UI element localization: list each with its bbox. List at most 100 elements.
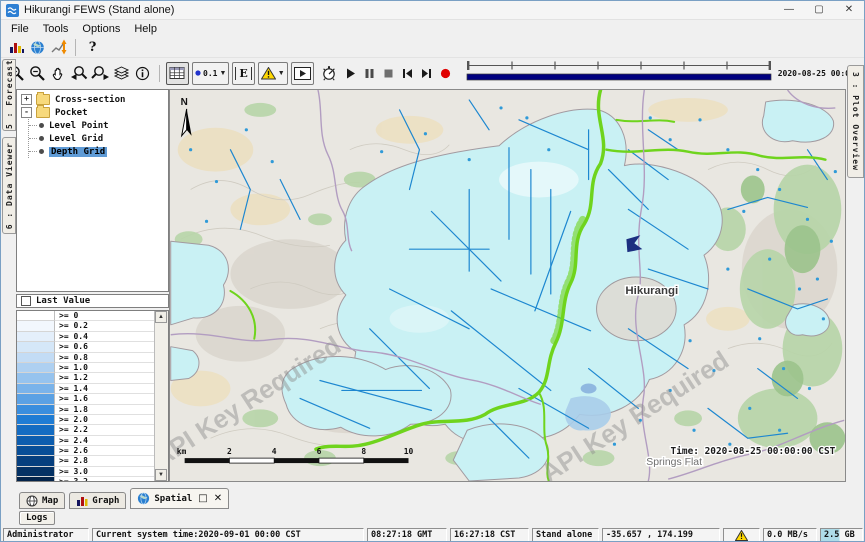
zoom-previous-icon <box>70 65 89 82</box>
stop-icon <box>382 67 395 80</box>
legend-row[interactable]: >= 1.8 <box>17 405 155 415</box>
sidebar-tab-plot-overview[interactable]: 3 : Plot Overview <box>847 65 864 178</box>
tab-map[interactable]: Map <box>19 492 65 509</box>
menu-item[interactable]: Options <box>75 22 127 36</box>
tree-node-label: Cross-section <box>55 95 125 105</box>
legend-scrollbar[interactable]: ▲ ▼ <box>154 311 168 481</box>
warnings-dropdown[interactable]: ▼ <box>258 62 288 85</box>
status-local-time: 16:27:18 CST <box>450 528 529 542</box>
toolbar-separator <box>159 65 160 82</box>
legend-color-swatch <box>17 311 55 321</box>
legend-row[interactable]: >= 1.6 <box>17 394 155 404</box>
legend-row[interactable]: >= 1.2 <box>17 373 155 383</box>
legend-row[interactable]: >= 2.2 <box>17 425 155 435</box>
legend-row-label: >= 2.4 <box>55 436 155 446</box>
chevron-down-icon: ▼ <box>219 70 226 77</box>
sidebar-tab-forecast[interactable]: 5 : Forecast <box>2 59 16 131</box>
status-warning[interactable] <box>723 528 760 542</box>
help-button[interactable]: ? <box>82 36 103 58</box>
legend-row[interactable]: >= 0 <box>17 311 155 321</box>
collapse-icon[interactable]: - <box>21 107 32 118</box>
tab-graph[interactable]: Graph <box>69 492 126 509</box>
tree-node-level-point[interactable]: Level Point <box>29 119 168 132</box>
pan-button[interactable] <box>48 62 69 84</box>
legend-row[interactable]: >= 0.2 <box>17 321 155 331</box>
maximize-button[interactable]: ▢ <box>804 1 834 19</box>
chevron-down-icon: ▼ <box>278 70 285 77</box>
logs-button[interactable]: Logs <box>19 511 55 525</box>
grid-display-button[interactable] <box>166 62 189 85</box>
labels-toggle-button[interactable]: E <box>232 62 254 85</box>
explorer-button[interactable] <box>6 36 27 58</box>
legend-row[interactable]: >= 2.8 <box>17 456 155 466</box>
legend-row-label: >= 0.6 <box>55 342 155 352</box>
legend-row[interactable]: >= 2.0 <box>17 415 155 425</box>
tree-node-level-grid[interactable]: Level Grid <box>29 132 168 145</box>
menu-item[interactable]: Tools <box>36 22 76 36</box>
status-user: Administrator <box>3 528 89 542</box>
legend-color-swatch <box>17 415 55 425</box>
animation-button[interactable] <box>291 62 314 85</box>
minimize-button[interactable]: — <box>774 1 804 19</box>
legend-row[interactable]: >= 2.4 <box>17 436 155 446</box>
legend-row[interactable]: >= 0.8 <box>17 353 155 363</box>
globe-icon <box>30 40 45 55</box>
map-display-button[interactable] <box>27 36 48 58</box>
legend-color-swatch <box>17 456 55 466</box>
legend-row[interactable]: >= 0.6 <box>17 342 155 352</box>
tab-spatial[interactable]: Spatial □ ✕ <box>130 488 229 509</box>
close-button[interactable]: ✕ <box>834 1 864 19</box>
legend-row-label: >= 1.8 <box>55 405 155 415</box>
tab-maximize-icon[interactable]: □ <box>198 493 207 504</box>
legend-header: Last Value <box>16 294 169 308</box>
tree-node-depth-grid[interactable]: Depth Grid <box>29 145 168 158</box>
legend-row-label: >= 3.0 <box>55 467 155 477</box>
stopwatch-icon <box>320 64 338 82</box>
place-label: Springs Flat <box>646 457 702 468</box>
time-slider-track <box>465 59 773 82</box>
timer-button[interactable] <box>317 62 341 84</box>
map-view[interactable]: API Key Required API Key Required Hikura… <box>169 89 846 482</box>
legend-color-swatch <box>17 394 55 404</box>
tree-node-label-selected: Depth Grid <box>49 147 107 157</box>
skip-to-start-button[interactable] <box>398 62 417 84</box>
menu-item[interactable]: Help <box>127 22 164 36</box>
sidebar-tab-plot-overview-label: 3 : Plot Overview <box>851 72 860 171</box>
zoom-out-button[interactable] <box>27 62 48 84</box>
skip-to-end-button[interactable] <box>417 62 436 84</box>
menu-item[interactable]: File <box>4 22 36 36</box>
legend-row[interactable]: >= 2.6 <box>17 446 155 456</box>
layers-button[interactable] <box>111 62 132 84</box>
north-label: N <box>181 97 188 108</box>
sidebar-tab-data-viewer[interactable]: 6 : Data Viewer <box>2 137 16 234</box>
tab-close-icon[interactable]: ✕ <box>214 493 222 504</box>
legend-row[interactable]: >= 0.4 <box>17 332 155 342</box>
status-coordinates: -35.657 , 174.199 <box>602 528 720 542</box>
info-button[interactable] <box>132 62 153 84</box>
last-value-checkbox[interactable] <box>21 296 31 306</box>
globe-icon <box>137 492 150 505</box>
legend-table: >= 0 >= 0.2 >= 0.4 >= 0.6 <box>16 310 169 482</box>
scroll-down-button[interactable]: ▼ <box>155 469 167 481</box>
legend-row-label: >= 2.0 <box>55 415 155 425</box>
legend-row[interactable]: >= 1.4 <box>17 384 155 394</box>
status-mode: Stand alone <box>532 528 599 542</box>
expand-icon[interactable]: + <box>21 94 32 105</box>
record-icon <box>439 67 452 80</box>
stop-button[interactable] <box>379 62 398 84</box>
zoom-next-button[interactable] <box>90 62 111 84</box>
zoom-previous-button[interactable] <box>69 62 90 84</box>
time-slider[interactable] <box>465 59 773 87</box>
legend-row[interactable]: >= 1.0 <box>17 363 155 373</box>
timeseries-button[interactable] <box>48 36 69 58</box>
play-button[interactable] <box>341 62 360 84</box>
legend-row[interactable]: >= 3.0 <box>17 467 155 477</box>
record-button[interactable] <box>436 62 455 84</box>
contour-value-dropdown[interactable]: 0.1 ▼ <box>192 62 229 85</box>
legend-row[interactable]: >= 3.2 <box>17 477 155 482</box>
scroll-up-button[interactable]: ▲ <box>155 311 167 323</box>
sidebar-tab-forecast-label: 5 : Forecast <box>5 61 14 129</box>
pause-button[interactable] <box>360 62 379 84</box>
tree-node-pocket[interactable]: - Pocket <box>17 106 168 119</box>
legend-color-swatch <box>17 373 55 383</box>
